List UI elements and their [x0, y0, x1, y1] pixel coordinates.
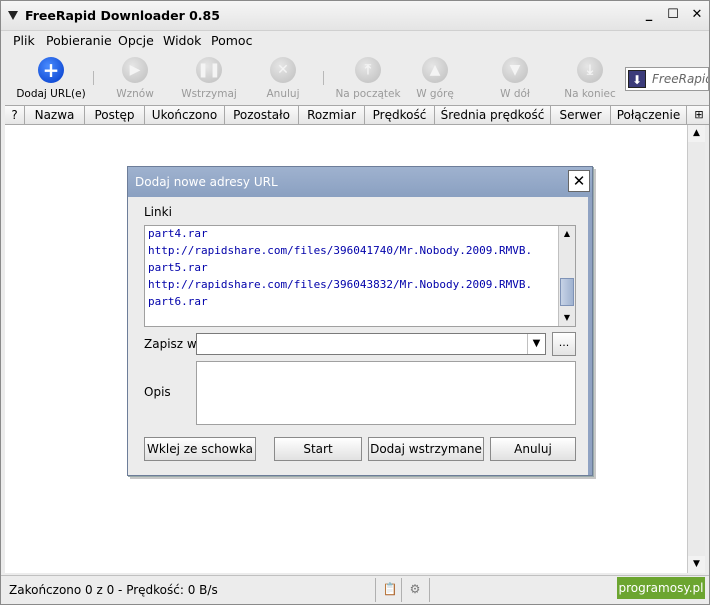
move-to-top-button[interactable]: ⤒ Na początek [333, 57, 403, 100]
column-header-progress[interactable]: Postęp [85, 106, 145, 124]
resume-button[interactable]: ▶ Wznów [107, 57, 163, 100]
toolbar-separator [323, 71, 324, 85]
save-to-combo[interactable]: ▼ [196, 333, 546, 355]
link-line: part5.rar [148, 261, 208, 274]
description-input[interactable] [196, 361, 576, 425]
column-header-speed[interactable]: Prędkość [365, 106, 435, 124]
link-line: http://rapidshare.com/files/396041740/Mr… [148, 244, 533, 257]
links-scrollbar[interactable]: ▲ ▼ [558, 226, 575, 326]
status-divider [375, 578, 376, 602]
table-header: ? Nazwa Postęp Ukończono Pozostało Rozmi… [5, 105, 709, 125]
start-button[interactable]: Start [274, 437, 362, 461]
minimize-icon[interactable]: _ [641, 7, 657, 23]
column-header-size[interactable]: Rozmiar [299, 106, 365, 124]
browse-button[interactable]: ... [552, 332, 576, 356]
window-title: FreeRapid Downloader 0.85 [25, 8, 220, 23]
up-icon: ▲ [422, 57, 448, 83]
to-top-icon: ⤒ [355, 57, 381, 83]
menu-bar: Plik Pobieranie Opcje Widok Pomoc [1, 31, 709, 51]
column-header-connection[interactable]: Połączenie [611, 106, 687, 124]
status-divider [401, 578, 402, 602]
column-chooser-icon[interactable]: ⊞ [689, 106, 709, 124]
scroll-up-icon[interactable]: ▲ [688, 125, 705, 142]
dialog-edge [588, 197, 592, 475]
scroll-down-icon[interactable]: ▼ [559, 310, 575, 326]
move-up-button[interactable]: ▲ W górę [407, 57, 463, 100]
add-paused-button[interactable]: Dodaj wstrzymane [368, 437, 484, 461]
dialog-title: Dodaj nowe adresy URL [135, 175, 278, 189]
add-icon: + [38, 57, 64, 83]
links-textarea[interactable]: part4.rar http://rapidshare.com/files/39… [144, 225, 576, 327]
status-text: Zakończono 0 z 0 - Prędkość: 0 B/s [9, 583, 218, 597]
to-bottom-icon: ⤓ [577, 57, 603, 83]
menu-pomoc[interactable]: Pomoc [211, 33, 252, 48]
app-window: FreeRapid Downloader 0.85 _ ☐ ✕ Plik Pob… [0, 0, 710, 605]
promo-badge: programosy.pl [617, 577, 705, 599]
pause-button[interactable]: ❚❚ Wstrzymaj [177, 57, 241, 100]
play-icon: ▶ [122, 57, 148, 83]
menu-widok[interactable]: Widok [163, 33, 201, 48]
status-divider [429, 578, 430, 602]
download-arrow-icon: ⬇ [628, 70, 646, 88]
toolbar-separator [93, 71, 94, 85]
scroll-up-icon[interactable]: ▲ [559, 226, 575, 242]
freerapid-logo: ⬇ FreeRapid [625, 67, 709, 91]
app-icon [8, 11, 18, 20]
link-line: part6.rar [148, 295, 208, 308]
paste-clipboard-button[interactable]: Wklej ze schowka [144, 437, 256, 461]
add-url-dialog: Dodaj nowe adresy URL ✕ Linki part4.rar … [127, 166, 593, 476]
dialog-title-bar[interactable]: Dodaj nowe adresy URL [128, 167, 592, 197]
move-down-button[interactable]: ▼ W dół [487, 57, 543, 100]
chevron-down-icon[interactable]: ▼ [527, 334, 545, 354]
description-label: Opis [144, 385, 171, 399]
menu-opcje[interactable]: Opcje [118, 33, 154, 48]
move-to-bottom-button[interactable]: ⤓ Na koniec [561, 57, 619, 100]
plug-icon[interactable]: ⚙ [407, 582, 423, 598]
link-line: http://rapidshare.com/files/396043832/Mr… [148, 278, 533, 291]
scroll-down-icon[interactable]: ▼ [688, 556, 705, 573]
column-header-completed[interactable]: Ukończono [145, 106, 225, 124]
add-url-button[interactable]: + Dodaj URL(e) [13, 57, 89, 100]
menu-pobieranie[interactable]: Pobieranie [46, 33, 112, 48]
cancel-icon: ✕ [270, 57, 296, 83]
status-bar: Zakończono 0 z 0 - Prędkość: 0 B/s 📋 ⚙ p… [1, 575, 709, 605]
dialog-close-icon[interactable]: ✕ [568, 170, 590, 192]
close-icon[interactable]: ✕ [689, 7, 705, 23]
table-scrollbar[interactable]: ▲ ▼ [687, 125, 705, 573]
column-header-status[interactable]: ? [5, 106, 25, 124]
column-header-remaining[interactable]: Pozostało [225, 106, 299, 124]
link-line: part4.rar [148, 227, 208, 240]
down-icon: ▼ [502, 57, 528, 83]
column-header-name[interactable]: Nazwa [25, 106, 85, 124]
pause-icon: ❚❚ [196, 57, 222, 83]
scroll-thumb[interactable] [560, 278, 574, 306]
cancel-download-button[interactable]: ✕ Anuluj [257, 57, 309, 100]
title-bar[interactable]: FreeRapid Downloader 0.85 _ ☐ ✕ [1, 1, 709, 31]
maximize-icon[interactable]: ☐ [665, 7, 681, 23]
links-label: Linki [144, 205, 172, 219]
column-header-avg-speed[interactable]: Średnia prędkość [435, 106, 551, 124]
column-header-server[interactable]: Serwer [551, 106, 611, 124]
menu-plik[interactable]: Plik [13, 33, 35, 48]
save-to-label: Zapisz w [144, 337, 197, 351]
toolbar: + Dodaj URL(e) ▶ Wznów ❚❚ Wstrzymaj ✕ An… [1, 53, 709, 105]
clipboard-icon[interactable]: 📋 [382, 582, 398, 598]
cancel-button[interactable]: Anuluj [490, 437, 576, 461]
